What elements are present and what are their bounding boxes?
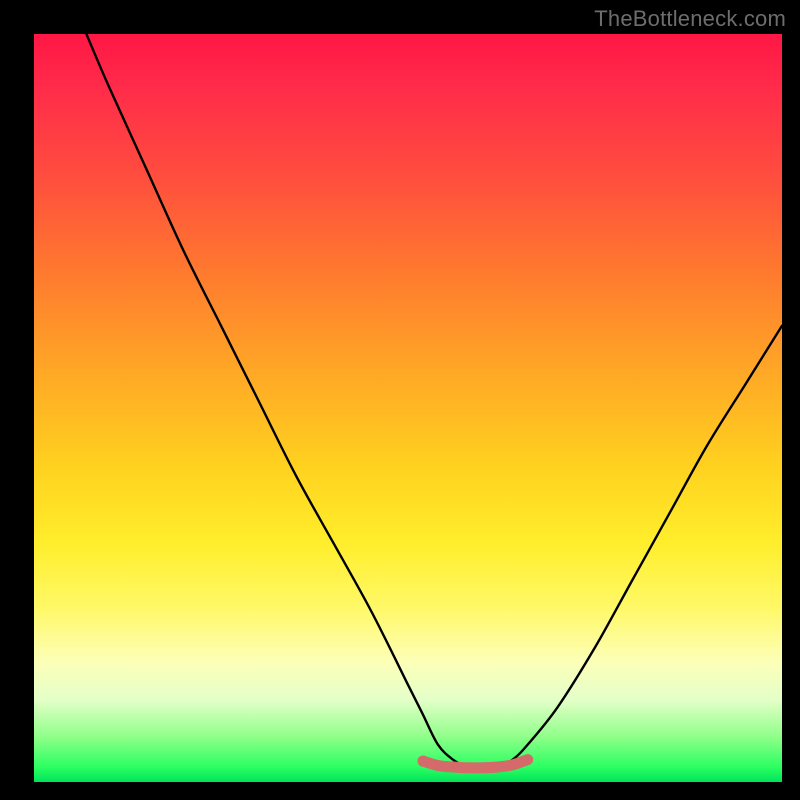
chart-svg — [34, 34, 782, 782]
optimal-region-start-dot — [418, 756, 429, 767]
chart-frame: TheBottleneck.com — [0, 0, 800, 800]
bottleneck-curve-path — [86, 34, 782, 768]
optimal-region-path — [423, 760, 528, 768]
watermark-label: TheBottleneck.com — [594, 6, 786, 32]
plot-area — [34, 34, 782, 782]
